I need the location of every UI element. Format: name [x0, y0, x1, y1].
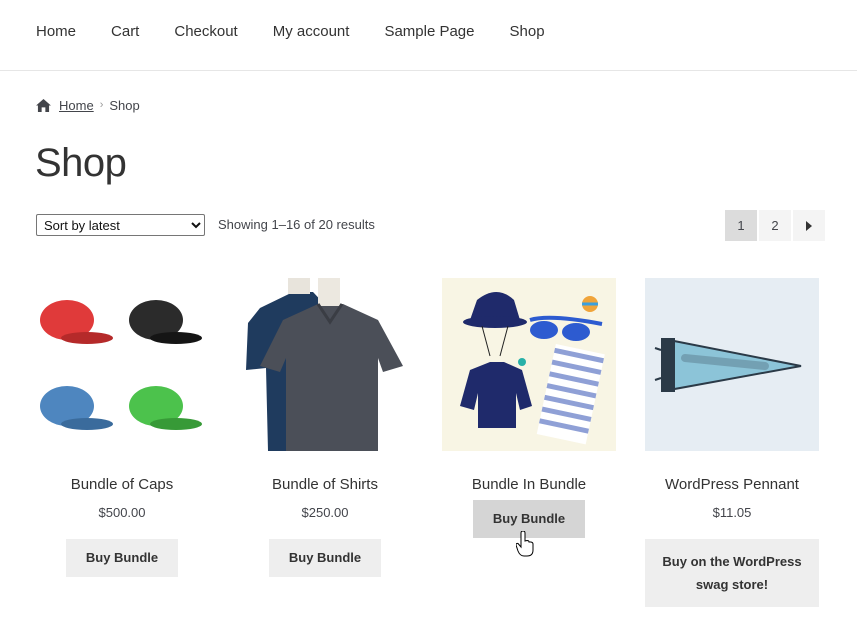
product-price: $250.00 [301, 505, 349, 520]
nav-item-my-account[interactable]: My account [273, 22, 350, 42]
page-2-link[interactable]: 2 [759, 210, 791, 241]
primary-navigation: Home Cart Checkout My account Sample Pag… [0, 0, 857, 71]
nav-item-home[interactable]: Home [36, 22, 76, 42]
product-card: Bundle of Shirts $250.00 Buy Bundle [238, 278, 412, 577]
nav-item-checkout[interactable]: Checkout [174, 22, 237, 42]
pagination: 1 2 [725, 210, 827, 241]
nav-item-cart[interactable]: Cart [111, 22, 139, 42]
product-title[interactable]: Bundle of Shirts [238, 475, 412, 495]
breadcrumb: Home › Shop [36, 96, 140, 114]
product-title[interactable]: Bundle of Caps [35, 475, 209, 495]
product-card: Bundle In Bundle Buy Bundle [442, 278, 616, 538]
external-swag-store-button[interactable]: Buy on the WordPress swag store! [645, 539, 819, 607]
nav-item-shop[interactable]: Shop [510, 22, 545, 42]
buy-bundle-button[interactable]: Buy Bundle [472, 500, 586, 538]
product-card: Bundle of Caps $500.00 Buy Bundle [35, 278, 209, 577]
beach-bundle-image[interactable] [442, 278, 616, 451]
product-price: $500.00 [98, 505, 146, 520]
buy-bundle-button[interactable]: Buy Bundle [65, 539, 179, 577]
pennant-image[interactable] [645, 278, 819, 451]
caret-right-icon [806, 220, 812, 231]
next-page-button[interactable] [793, 210, 825, 241]
caps-image[interactable] [35, 278, 209, 451]
shirts-image[interactable] [238, 278, 412, 451]
page-1-current: 1 [725, 210, 757, 241]
product-card: WordPress Pennant $11.05 Buy on the Word… [645, 278, 819, 607]
buy-bundle-button[interactable]: Buy Bundle [268, 539, 382, 577]
result-count: Showing 1–16 of 20 results [218, 217, 375, 232]
nav-item-sample-page[interactable]: Sample Page [384, 22, 474, 42]
product-title[interactable]: WordPress Pennant [645, 475, 819, 495]
breadcrumb-home-link[interactable]: Home [59, 98, 94, 113]
sort-select[interactable]: Sort by latest [36, 214, 205, 236]
breadcrumb-separator: › [99, 99, 104, 111]
nav-menu: Home Cart Checkout My account Sample Pag… [36, 22, 580, 42]
breadcrumb-current: Shop [109, 97, 140, 113]
product-price: $11.05 [712, 505, 752, 520]
page-title: Shop [35, 141, 127, 185]
product-title[interactable]: Bundle In Bundle [442, 475, 616, 495]
home-icon [36, 98, 51, 112]
